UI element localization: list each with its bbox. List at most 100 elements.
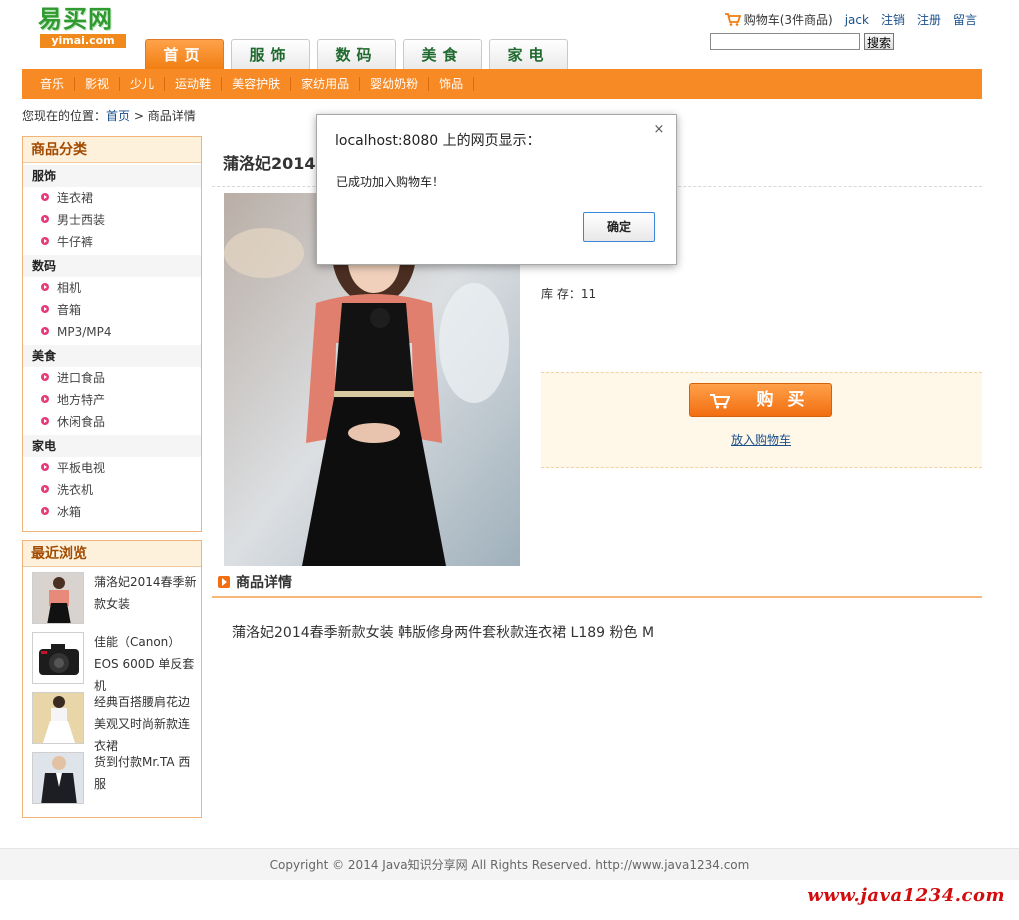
logo-title: 易买网 [38,7,113,33]
subnav-item[interactable]: 音乐 [30,77,76,91]
tab-digital[interactable]: 数码 [317,39,396,69]
category-item-label: 连衣裙 [57,191,94,205]
cart-icon [724,13,741,26]
bullet-icon [41,463,49,471]
recent-item-label[interactable]: 货到付款Mr.TA 西服 [94,751,198,795]
tab-food[interactable]: 美食 [403,39,482,69]
detail-header: 商品详情 [218,572,292,592]
bullet-icon [41,193,49,201]
cart-icon [710,394,730,409]
recent-item[interactable]: 货到付款Mr.TA 西服 [23,747,201,807]
top-links: 购物车(3件商品) jack 注销 注册 留言 [724,11,977,28]
recent-item[interactable]: 佳能（Canon）EOS 600D 单反套机 [23,627,201,693]
user-link[interactable]: jack [845,13,869,27]
bullet-icon [41,237,49,245]
category-item[interactable]: 音箱 [23,299,201,321]
subnav-item[interactable]: 饰品 [429,77,475,91]
white-dress-thumb[interactable] [32,692,84,744]
stock-value: 11 [580,287,597,301]
dress-pink-thumb[interactable] [32,572,84,624]
subnav-item[interactable]: 影视 [75,77,121,91]
suit-thumb[interactable] [32,752,84,804]
category-item[interactable]: 进口食品 [23,367,201,389]
dialog-title: localhost:8080 上的网页显示： [335,133,541,149]
search-input[interactable] [710,33,860,50]
category-group: 数码 相机 音箱 MP3/MP4 [23,255,201,343]
ok-button[interactable]: 确定 [583,212,655,242]
camera-thumb-image [33,633,83,683]
category-item[interactable]: 平板电视 [23,457,201,479]
category-item[interactable]: MP3/MP4 [23,321,201,343]
logout-link[interactable]: 注销 [881,11,905,28]
recent-item[interactable]: 蒲洛妃2014春季新款女装 [23,567,201,627]
breadcrumb-prefix: 您现在的位置： [22,109,107,123]
detail-divider [212,596,982,598]
add-to-cart-link[interactable]: 放入购物车 [731,431,791,448]
category-item-label: 冰箱 [57,505,82,519]
category-item[interactable]: 男士西装 [23,209,201,231]
sub-nav: 音乐 影视 少儿 运动鞋 美容护肤 家纺用品 婴幼奶粉 饰品 [22,69,982,99]
category-item[interactable]: 地方特产 [23,389,201,411]
breadcrumb: 您现在的位置：首页 > 商品详情 [22,107,196,124]
bullet-icon [41,283,49,291]
tab-apparel[interactable]: 服饰 [231,39,310,69]
category-item[interactable]: 牛仔裤 [23,231,201,253]
category-name[interactable]: 数码 [23,255,201,277]
stock-info: 库 存：11 [541,285,596,302]
category-name[interactable]: 美食 [23,345,201,367]
camera-thumb[interactable] [32,632,84,684]
watermark: www.java1234.com [807,885,1005,906]
subnav-item[interactable]: 婴幼奶粉 [360,77,430,91]
site-logo[interactable]: 易买网 yimai.com [38,6,128,50]
category-item-label: 平板电视 [57,461,106,475]
tab-home[interactable]: 首页 [145,39,224,70]
category-item-label: 休闲食品 [57,415,106,429]
subnav-item[interactable]: 家纺用品 [291,77,361,91]
tab-appliances[interactable]: 家电 [489,39,568,69]
recent-panel: 最近浏览 蒲洛妃2014春季新款女装 佳能（Canon）EOS 600D 单反套… [22,540,202,818]
bullet-icon [41,507,49,515]
search-button[interactable]: 搜索 [864,33,895,50]
message-link[interactable]: 留言 [953,11,977,28]
detail-title: 商品详情 [236,575,292,591]
subnav-item[interactable]: 美容护肤 [222,77,292,91]
category-group: 美食 进口食品 地方特产 休闲食品 [23,345,201,433]
dress-pink-thumb-image [33,573,83,623]
category-name[interactable]: 家电 [23,435,201,457]
bullet-icon [41,485,49,493]
category-item-label: 相机 [57,281,82,295]
bullet-icon [41,395,49,403]
buy-panel: 购买 放入购物车 [541,372,982,468]
arrow-icon [218,576,230,588]
buy-button[interactable]: 购买 [689,383,832,417]
category-item[interactable]: 连衣裙 [23,187,201,209]
copyright-text: Copyright © 2014 Java知识分享网 All Rights Re… [269,858,750,872]
category-item-label: MP3/MP4 [57,325,112,339]
recent-item-label[interactable]: 蒲洛妃2014春季新款女装 [94,571,198,615]
buy-button-label: 购买 [756,390,819,410]
category-item[interactable]: 休闲食品 [23,411,201,433]
register-link[interactable]: 注册 [917,11,941,28]
category-item-label: 洗衣机 [57,483,94,497]
category-item[interactable]: 相机 [23,277,201,299]
breadcrumb-current: 商品详情 [147,109,196,123]
dialog-message: 已成功加入购物车！ [336,175,445,189]
bullet-icon [41,215,49,223]
bullet-icon [41,373,49,381]
subnav-item[interactable]: 少儿 [120,77,166,91]
bullet-icon [41,417,49,425]
breadcrumb-home[interactable]: 首页 [106,109,130,123]
close-icon[interactable]: × [652,123,666,137]
category-item-label: 牛仔裤 [57,235,94,249]
category-name[interactable]: 服饰 [23,165,201,187]
detail-text: 蒲洛妃2014春季新款女装 韩版修身两件套秋款连衣裙 L189 粉色 M [232,625,655,641]
category-title: 商品分类 [23,137,201,163]
bullet-icon [41,305,49,313]
cart-link[interactable]: 购物车(3件商品) [744,11,833,28]
recent-item[interactable]: 经典百搭腰肩花边美观又时尚新款连衣裙 [23,687,201,753]
category-group: 家电 平板电视 洗衣机 冰箱 [23,435,201,523]
suit-thumb-image [33,753,83,803]
subnav-item[interactable]: 运动鞋 [165,77,223,91]
category-item[interactable]: 冰箱 [23,501,201,523]
category-item[interactable]: 洗衣机 [23,479,201,501]
